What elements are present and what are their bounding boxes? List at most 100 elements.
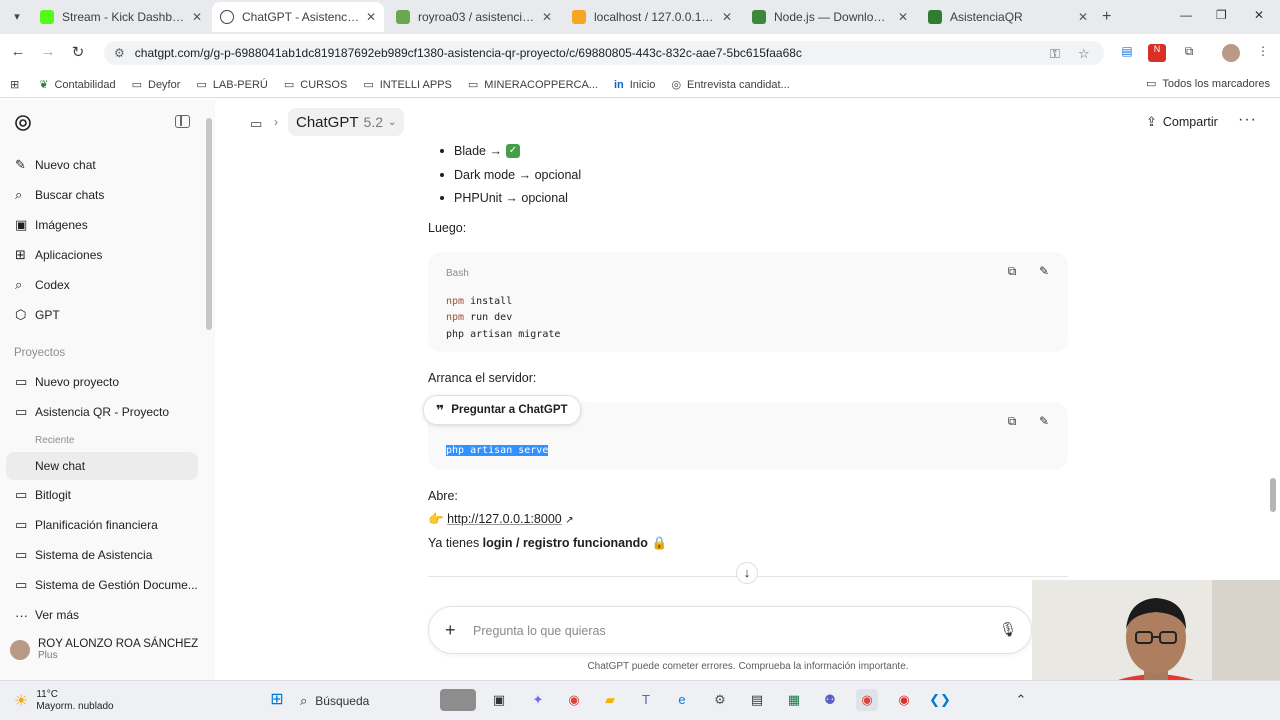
- sidebar-toggle-icon[interactable]: [175, 115, 190, 128]
- close-tab-icon[interactable]: ✕: [722, 10, 732, 24]
- scroll-down-icon[interactable]: ↓: [736, 562, 758, 584]
- browser-tab[interactable]: AsistenciaQR ✕: [920, 2, 1096, 32]
- sidebar-item-nuevo-chat[interactable]: ✎ Nuevo chat: [6, 151, 198, 179]
- model-selector-button[interactable]: ChatGPT 5.2 ⌄: [288, 108, 405, 136]
- copilot-icon[interactable]: ✦: [527, 689, 549, 711]
- sidebar-item-aplicaciones[interactable]: ⊞ Aplicaciones: [6, 241, 198, 269]
- browser-tab[interactable]: localhost / 127.0.0.1 / bd_a ✕: [564, 2, 740, 32]
- sidebar-item-label: Sistema de Gestión Docume...: [35, 578, 198, 592]
- prompt-input-placeholder[interactable]: Pregunta lo que quieras: [473, 624, 606, 638]
- taskbar-search[interactable]: ⌕ Búsqueda: [300, 688, 420, 714]
- browser-tab[interactable]: Stream - Kick Dashboard ✕: [32, 2, 210, 32]
- profile-avatar-icon[interactable]: [1222, 44, 1240, 62]
- bookmark-deyfor[interactable]: ▭ Deyfor: [132, 78, 181, 92]
- edit-pencil-icon[interactable]: ✎: [1036, 264, 1052, 280]
- bookmark-star-icon[interactable]: ☆: [1078, 46, 1090, 62]
- chrome-icon[interactable]: ◉: [563, 689, 585, 711]
- new-tab-icon[interactable]: +: [1102, 8, 1111, 26]
- extensions-puzzle-icon[interactable]: ⧉: [1180, 44, 1198, 62]
- project-folder-icon[interactable]: ▭: [250, 116, 262, 132]
- sidebar-item-imagenes[interactable]: ▣ Imágenes: [6, 211, 198, 239]
- taskbar-widget-icon[interactable]: [440, 689, 476, 711]
- copy-icon[interactable]: ⧉: [1004, 264, 1020, 280]
- close-tab-icon[interactable]: ✕: [192, 10, 202, 24]
- browser-tab[interactable]: Node.js — Download Nod ✕: [744, 2, 916, 32]
- chrome-active-icon[interactable]: ◉: [856, 689, 878, 711]
- teams-icon[interactable]: T: [635, 689, 657, 711]
- ask-chatgpt-button[interactable]: ❞ Preguntar a ChatGPT: [423, 395, 581, 425]
- sidebar-item-sistema-asistencia[interactable]: ▭ Sistema de Asistencia: [6, 541, 198, 569]
- bookmark-contabilidad[interactable]: ❦ Contabilidad: [39, 78, 115, 92]
- prompt-composer[interactable]: + Pregunta lo que quieras 🎙: [428, 606, 1032, 654]
- edge-icon[interactable]: e: [671, 689, 693, 711]
- reload-icon[interactable]: ↻: [68, 43, 88, 61]
- close-tab-icon[interactable]: ✕: [542, 10, 552, 24]
- add-attachment-icon[interactable]: +: [445, 620, 456, 641]
- sidebar-item-asistencia-qr[interactable]: ▭ Asistencia QR - Proyecto: [6, 398, 198, 426]
- file-explorer-icon[interactable]: ▰: [599, 689, 621, 711]
- sidebar-item-new-chat-selected[interactable]: New chat: [6, 452, 198, 480]
- apps-grid-icon[interactable]: ⊞: [10, 78, 19, 91]
- close-tab-icon[interactable]: ✕: [1078, 10, 1088, 24]
- sidebar-item-nuevo-proyecto[interactable]: ▭ Nuevo proyecto: [6, 368, 198, 396]
- settings-gear-icon[interactable]: ⚙: [709, 689, 731, 711]
- openai-logo-icon[interactable]: [14, 114, 32, 132]
- back-icon[interactable]: ←: [8, 43, 28, 60]
- sidebar-item-buscar-chats[interactable]: ⌕ Buscar chats: [6, 181, 198, 209]
- browser-menu-icon[interactable]: ⋮: [1254, 44, 1272, 62]
- windows-start-icon[interactable]: ⊞: [266, 689, 288, 711]
- more-options-icon[interactable]: ···: [1238, 111, 1257, 129]
- sidebar-item-ver-mas[interactable]: ··· Ver más: [6, 601, 198, 629]
- bookmark-mineracopperca[interactable]: ▭ MINERACOPPERCA...: [468, 78, 598, 92]
- localhost-link[interactable]: http://127.0.0.1:8000: [447, 512, 562, 526]
- copy-icon[interactable]: ⧉: [1004, 414, 1020, 430]
- page-scrollbar[interactable]: [1270, 478, 1276, 512]
- minimize-icon[interactable]: —: [1180, 8, 1192, 22]
- restore-icon[interactable]: ❐: [1216, 8, 1227, 22]
- bookmark-lab-peru[interactable]: ▭ LAB-PERÚ: [196, 78, 267, 92]
- close-window-icon[interactable]: ✕: [1254, 8, 1264, 22]
- paragraph-bold-text: login / registro funcionando: [482, 536, 648, 550]
- share-button[interactable]: ⇪ Compartir: [1146, 114, 1218, 130]
- teams-chat-icon[interactable]: ⚉: [819, 689, 841, 711]
- code-line-selected[interactable]: php artisan serve: [446, 445, 549, 456]
- sidebar-item-codex[interactable]: ⌕ Codex: [6, 271, 198, 299]
- bookmark-entrevista[interactable]: ◎ Entrevista candidat...: [671, 78, 789, 92]
- sidebar-item-bitlogit[interactable]: ▭ Bitlogit: [6, 481, 198, 509]
- bookmark-inicio[interactable]: in Inicio: [614, 79, 655, 91]
- vscode-icon[interactable]: ❮❯: [929, 689, 951, 711]
- forward-icon[interactable]: →: [38, 43, 58, 60]
- site-info-icon[interactable]: ⚙: [114, 46, 125, 60]
- bookmark-cursos[interactable]: ▭ CURSOS: [284, 78, 347, 92]
- sidebar-scrollbar[interactable]: [206, 118, 212, 330]
- excel-icon[interactable]: ▦: [783, 689, 805, 711]
- sidebar-item-gpt[interactable]: ⬡ GPT: [6, 301, 198, 329]
- sidebar-item-label: Codex: [35, 278, 70, 292]
- password-key-icon[interactable]: ⚿: [1050, 46, 1060, 62]
- all-bookmarks[interactable]: ▭ Todos los marcadores: [1146, 77, 1270, 91]
- linkedin-icon: in: [613, 78, 624, 91]
- list-item: Dark mode → opcional: [440, 168, 581, 182]
- weather-widget[interactable]: ☀ 11°C Mayorm. nublado: [14, 689, 114, 713]
- edit-pencil-icon[interactable]: ✎: [1036, 414, 1052, 430]
- share-icon: ⇪: [1146, 114, 1157, 129]
- address-bar[interactable]: ⚙ chatgpt.com/g/g-p-6988041ab1dc81918769…: [104, 41, 1104, 65]
- sidebar-item-gestion-documental[interactable]: ▭ Sistema de Gestión Docume...: [6, 571, 198, 599]
- user-account[interactable]: ROY ALONZO ROA SÁNCHEZ Plus: [10, 638, 198, 661]
- close-tab-icon[interactable]: ✕: [366, 10, 376, 24]
- sidebar-item-planificacion[interactable]: ▭ Planificación financiera: [6, 511, 198, 539]
- paragraph-text: Ya tienes: [428, 536, 483, 550]
- bookmark-intelli-apps[interactable]: ▭ INTELLI APPS: [363, 78, 452, 92]
- app-icon[interactable]: ▤: [746, 689, 768, 711]
- tab-search-icon[interactable]: ▾: [8, 8, 26, 26]
- codex-icon: ⌕: [15, 277, 23, 292]
- chrome-profile-icon[interactable]: ◉: [893, 689, 915, 711]
- system-tray-chevron-icon[interactable]: ⌃: [1010, 689, 1032, 711]
- microphone-icon[interactable]: 🎙: [999, 621, 1017, 638]
- browser-tab-active[interactable]: ChatGPT - Asistencia QR - ✕: [212, 2, 384, 32]
- task-view-icon[interactable]: ▣: [488, 689, 510, 711]
- close-tab-icon[interactable]: ✕: [898, 10, 908, 24]
- extension-icon[interactable]: ▤: [1118, 44, 1136, 62]
- browser-tab[interactable]: royroa03 / asistencia_qr — ✕: [388, 2, 560, 32]
- new-badge-icon[interactable]: N: [1148, 44, 1166, 62]
